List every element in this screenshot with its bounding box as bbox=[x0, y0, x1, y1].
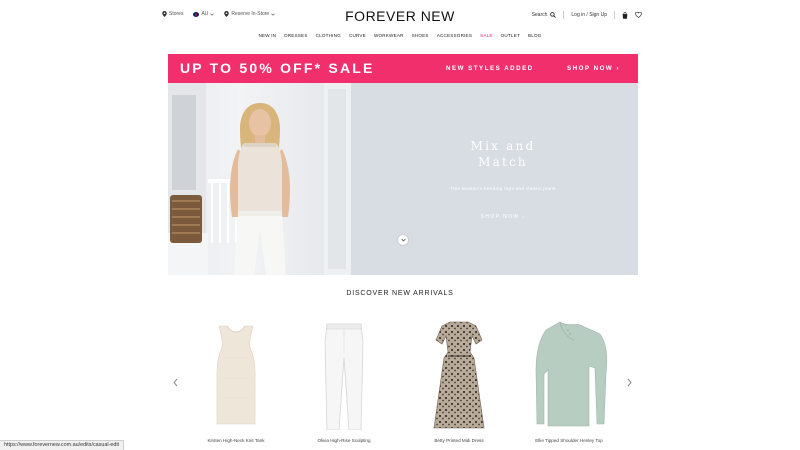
nav-item-sale[interactable]: SALE bbox=[480, 33, 493, 38]
status-bar-url: https://www.forevernew.com.au/edits/casu… bbox=[0, 440, 125, 450]
nav-item-clothing[interactable]: CLOTHING bbox=[316, 33, 341, 38]
new-arrivals-title: DISCOVER NEW ARRIVALS bbox=[346, 290, 454, 297]
main-nav: NEW IN DRESSES CLOTHING CURVE WORKWEAR SHOES A… bbox=[0, 33, 800, 38]
nav-item-accessories[interactable]: ACCESSORIES bbox=[437, 33, 472, 38]
click-collect-label: Reserve In-Store bbox=[231, 11, 270, 17]
product-name[interactable]: Olivia High-Rise Sculpting bbox=[289, 438, 399, 443]
sale-banner-shop-now-label: SHOP NOW bbox=[567, 65, 614, 72]
sale-banner-shop-now-link[interactable]: SHOP NOW › bbox=[567, 65, 620, 72]
product-name[interactable]: Betty Printed Midi Dress bbox=[404, 438, 514, 443]
chevron-right-icon: › bbox=[616, 65, 621, 72]
location-pin-icon bbox=[162, 11, 167, 17]
nav-item-outlet[interactable]: OUTLET bbox=[501, 33, 520, 38]
hero-heading: Mix and Match bbox=[470, 139, 536, 169]
nav-item-curve[interactable]: CURVE bbox=[349, 33, 366, 38]
hero-shop-now-label: SHOP NOW bbox=[480, 214, 520, 220]
location-pin-icon bbox=[224, 11, 230, 17]
australia-flag-icon bbox=[193, 11, 200, 17]
product-card[interactable]: Betty Printed Midi Dress bbox=[414, 318, 504, 448]
heart-icon[interactable] bbox=[635, 12, 642, 18]
country-code: AU bbox=[201, 11, 209, 17]
product-image bbox=[414, 318, 504, 430]
utility-divider bbox=[563, 11, 565, 19]
hero-shop-now-link[interactable]: SHOP NOW › bbox=[450, 214, 556, 220]
utility-right: Search Log in / Sign Up bbox=[532, 11, 642, 19]
site-logo[interactable]: FOREVER NEW bbox=[345, 8, 455, 24]
utility-left: Stores AU Reserve In-Store bbox=[162, 11, 275, 17]
sale-banner[interactable]: UP TO 50% OFF* SALE NEW STYLES ADDED SHO… bbox=[168, 54, 638, 83]
nav-item-new-in[interactable]: NEW IN bbox=[258, 33, 276, 38]
shopping-bag-icon[interactable] bbox=[622, 11, 628, 19]
chevron-down-icon bbox=[210, 13, 215, 16]
account-link[interactable]: Log in / Sign Up bbox=[571, 12, 607, 18]
product-carousel: Kirsten High-Neck Knit Tank Olivia High-… bbox=[0, 318, 800, 448]
product-card[interactable]: Ellie Tipped Shoulder Henley Top bbox=[524, 318, 614, 448]
stores-link[interactable]: Stores bbox=[162, 11, 183, 17]
search-icon bbox=[550, 12, 557, 18]
country-selector[interactable]: AU bbox=[193, 11, 215, 17]
product-image bbox=[191, 318, 281, 430]
product-image bbox=[524, 318, 614, 430]
product-name[interactable]: Ellie Tipped Shoulder Henley Top bbox=[514, 438, 624, 443]
click-collect-link[interactable]: Reserve In-Store bbox=[224, 11, 275, 17]
chevron-right-icon: › bbox=[522, 214, 526, 220]
hero-banner[interactable]: Mix and Match This season's trending top… bbox=[168, 83, 638, 275]
stores-label: Stores bbox=[169, 11, 184, 17]
nav-item-blog[interactable]: BLOG bbox=[528, 33, 542, 38]
nav-item-shoes[interactable]: SHOES bbox=[412, 33, 429, 38]
site-logo-wrap: FOREVER NEW bbox=[0, 8, 800, 24]
hero-model-image bbox=[168, 83, 351, 275]
chevron-down-icon bbox=[400, 238, 406, 242]
utility-divider bbox=[614, 11, 615, 19]
nav-item-workwear[interactable]: WORKWEAR bbox=[374, 33, 404, 38]
product-card[interactable]: Olivia High-Rise Sculpting bbox=[299, 318, 389, 448]
sale-banner-title: UP TO 50% OFF* SALE bbox=[180, 60, 375, 76]
chevron-down-icon bbox=[271, 13, 275, 16]
hero-copy: This season's trending tops and classic … bbox=[450, 186, 556, 191]
scroll-down-button[interactable] bbox=[397, 234, 409, 246]
sale-banner-subtitle: NEW STYLES ADDED bbox=[446, 65, 534, 72]
nav-item-dresses[interactable]: DRESSES bbox=[284, 33, 307, 38]
product-name[interactable]: Kirsten High-Neck Knit Tank bbox=[181, 438, 291, 443]
product-card[interactable]: Kirsten High-Neck Knit Tank bbox=[191, 318, 281, 448]
search-label: Search bbox=[531, 12, 548, 18]
product-image bbox=[299, 318, 389, 430]
search-button[interactable]: Search bbox=[532, 12, 557, 18]
